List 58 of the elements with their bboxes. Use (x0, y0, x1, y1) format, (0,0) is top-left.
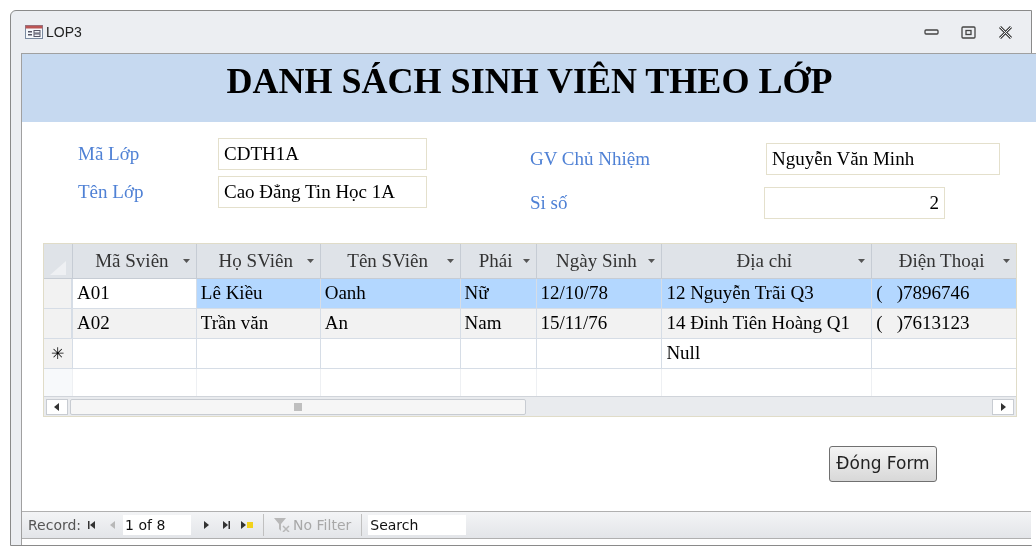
search-field[interactable]: Search (368, 515, 467, 535)
table-cell: 14 Đinh Tiên Hoàng Q1 (661, 309, 872, 338)
scroll-left-icon[interactable] (46, 398, 68, 415)
form-icon (25, 25, 43, 39)
new-record-icon (240, 519, 255, 531)
table-cell: A02 (71, 309, 196, 338)
close-form-button[interactable]: Đóng Form (829, 446, 937, 482)
new-record-row[interactable]: ✳ Null (44, 339, 1016, 369)
grip-icon (294, 402, 302, 411)
form-title: DANH SÁCH SINH VIÊN THEO LỚP (226, 60, 833, 103)
table-cell: Nữ (459, 279, 536, 308)
column-header[interactable]: Mã Sviên (71, 244, 196, 278)
dropdown-arrow-icon[interactable] (306, 259, 314, 263)
filter-icon (274, 518, 291, 532)
text-field[interactable]: 2 (764, 187, 945, 219)
dropdown-arrow-icon[interactable] (1003, 259, 1010, 263)
table-cell: 15/11/76 (535, 309, 662, 338)
new-record-marker: ✳ (44, 339, 72, 368)
table-cell: Oanh (319, 279, 460, 308)
close-icon[interactable] (998, 25, 1013, 39)
scroll-right-icon[interactable] (992, 398, 1014, 415)
dropdown-arrow-icon[interactable] (522, 259, 530, 263)
table-cell: Trần văn (195, 309, 320, 338)
text-field[interactable]: Nguyễn Văn Minh (766, 143, 1000, 175)
text-field[interactable]: CDTH1A (218, 138, 427, 170)
dropdown-arrow-icon[interactable] (648, 259, 656, 263)
table-cell: Nam (459, 309, 536, 338)
table-cell: 12 Nguyễn Trãi Q3 (661, 279, 872, 308)
column-header[interactable]: Ngày Sinh (535, 244, 662, 278)
dropdown-arrow-icon[interactable] (858, 259, 866, 263)
text-field[interactable]: Cao Đẳng Tin Học 1A (218, 176, 427, 208)
field-label: Si số (530, 191, 568, 213)
column-header[interactable]: Tên SViên (319, 244, 460, 278)
dropdown-arrow-icon[interactable] (446, 259, 454, 263)
horizontal-scrollbar[interactable] (44, 396, 1016, 416)
table-cell: ( )7896746 (871, 279, 1016, 308)
table-cell: An (319, 309, 460, 338)
field-label: Mã Lớp (78, 142, 140, 164)
window-title: LOP3 (46, 22, 82, 42)
column-header[interactable]: Địa chỉ (661, 244, 872, 278)
minimize-icon[interactable] (924, 28, 939, 36)
table-row[interactable]: A02 Trần văn An Nam 15/11/76 14 Đinh Tiên Hoàng Q1 ( )7613123 (44, 309, 1016, 339)
column-header[interactable]: Điện Thoại (871, 244, 1016, 278)
scrollbar-thumb[interactable] (70, 398, 526, 415)
table-row[interactable]: A01 Lê Kiều Oanh Nữ 12/10/78 12 Nguyễn Trãi Q3 ( )7896746 (44, 279, 1016, 309)
column-header[interactable]: Phái (459, 244, 536, 278)
column-header[interactable]: Họ SViên (195, 244, 320, 278)
table-cell: A01 (71, 279, 196, 308)
record-label: Record: (28, 515, 82, 535)
table-cell: Lê Kiều (195, 279, 320, 308)
dropdown-arrow-icon[interactable] (182, 259, 190, 263)
table-cell: ( )7613123 (871, 309, 1016, 338)
record-position-field[interactable]: 1 of 8 (123, 515, 192, 535)
restore-icon[interactable] (961, 25, 976, 39)
field-label: Tên Lớp (78, 180, 144, 202)
table-cell: 12/10/78 (535, 279, 662, 308)
table-cell-text: Null (666, 341, 701, 366)
field-label: GV Chủ Nhiệm (530, 147, 650, 169)
